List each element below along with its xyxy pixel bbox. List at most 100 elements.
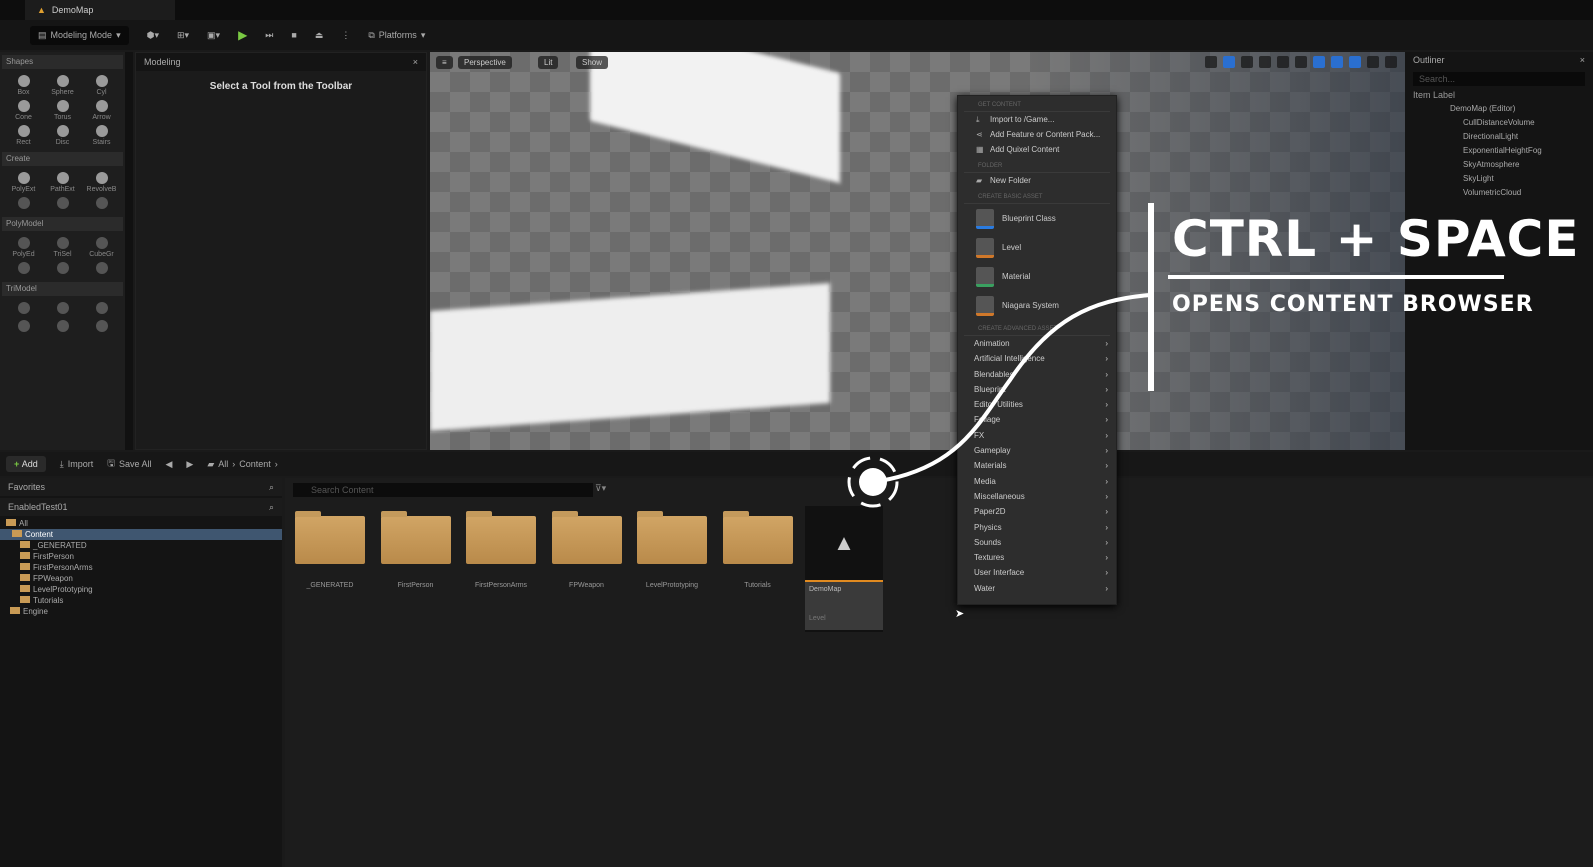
- palette-tool[interactable]: PolyEd: [6, 237, 41, 258]
- palette-tool[interactable]: [84, 302, 119, 316]
- show-button[interactable]: Show: [576, 56, 609, 69]
- menu-item-category[interactable]: Artificial Intelligence ›: [958, 351, 1116, 366]
- menu-item-basic-asset[interactable]: Niagara System: [958, 291, 1116, 320]
- palette-tool[interactable]: [45, 320, 80, 334]
- more-button[interactable]: ⋮: [341, 30, 350, 41]
- scale-snap-icon[interactable]: [1349, 56, 1361, 68]
- palette-tool[interactable]: [6, 262, 41, 276]
- menu-item-category[interactable]: Media ›: [958, 474, 1116, 489]
- palette-tool[interactable]: Rect: [6, 125, 41, 146]
- outliner-item[interactable]: SkyLight: [1405, 172, 1593, 186]
- close-icon[interactable]: ×: [1580, 55, 1585, 65]
- menu-item-category[interactable]: Water ›: [958, 581, 1116, 596]
- tree-node[interactable]: LevelPrototyping: [0, 584, 282, 595]
- palette-tool[interactable]: [45, 302, 80, 316]
- menu-item-category[interactable]: User Interface ›: [958, 565, 1116, 580]
- lit-button[interactable]: Lit: [538, 56, 559, 69]
- menu-item-category[interactable]: Foliage ›: [958, 412, 1116, 427]
- project-section[interactable]: EnabledTest01 ⌕: [0, 498, 282, 516]
- tree-node[interactable]: FirstPersonArms: [0, 562, 282, 573]
- menu-item-basic-asset[interactable]: Blueprint Class: [958, 204, 1116, 233]
- menu-item-category[interactable]: FX ›: [958, 428, 1116, 443]
- step-button[interactable]: ⏭: [265, 30, 273, 41]
- asset-folder[interactable]: Tutorials: [722, 511, 793, 589]
- palette-tool[interactable]: [84, 197, 119, 211]
- outliner-search-input[interactable]: Search...: [1413, 72, 1585, 86]
- palette-tool[interactable]: [6, 320, 41, 334]
- tree-node[interactable]: _GENERATED: [0, 540, 282, 551]
- world-icon[interactable]: [1277, 56, 1289, 68]
- outliner-root[interactable]: DemoMap (Editor): [1405, 102, 1593, 116]
- menu-item[interactable]: ▦ Add Quixel Content: [958, 142, 1116, 157]
- breadcrumb-all[interactable]: All: [218, 459, 228, 469]
- surface-snap-icon[interactable]: [1295, 56, 1307, 68]
- palette-tool[interactable]: [84, 262, 119, 276]
- add-button[interactable]: + Add: [6, 456, 46, 472]
- grid-snap-icon[interactable]: [1313, 56, 1325, 68]
- menu-item-category[interactable]: Miscellaneous ›: [958, 489, 1116, 504]
- palette-section-header[interactable]: Shapes: [2, 55, 123, 69]
- palette-tool[interactable]: [6, 302, 41, 316]
- cinematics-button[interactable]: ▣▾: [207, 30, 220, 41]
- favorites-section[interactable]: Favorites ⌕: [0, 478, 282, 496]
- modeling-tab[interactable]: Modeling ×: [136, 53, 426, 71]
- asset-folder[interactable]: FPWeapon: [551, 511, 622, 589]
- palette-tool[interactable]: PolyExt: [6, 172, 41, 193]
- menu-item-category[interactable]: Editor Utilities ›: [958, 397, 1116, 412]
- outliner-tab[interactable]: Outliner ×: [1405, 52, 1593, 68]
- back-button[interactable]: ◀: [165, 459, 172, 470]
- tab-demomap[interactable]: ▲ DemoMap: [25, 0, 175, 20]
- import-button[interactable]: ⤓ Import: [60, 459, 94, 470]
- search-icon[interactable]: ⌕: [269, 502, 274, 512]
- asset-folder[interactable]: _GENERATED: [295, 511, 365, 589]
- menu-item-category[interactable]: Blueprint ›: [958, 382, 1116, 397]
- filter-icon[interactable]: ⊽▾: [595, 483, 606, 494]
- add-actor-button[interactable]: ⬢▾: [147, 30, 159, 41]
- menu-item-category[interactable]: Materials ›: [958, 458, 1116, 473]
- palette-tool[interactable]: Cone: [6, 100, 41, 121]
- tree-node[interactable]: Tutorials: [0, 595, 282, 606]
- eject-button[interactable]: ⏏: [315, 30, 324, 41]
- asset-folder[interactable]: LevelPrototyping: [637, 511, 707, 589]
- palette-tool[interactable]: CubeGr: [84, 237, 119, 258]
- play-button[interactable]: ▶: [238, 28, 247, 42]
- close-icon[interactable]: ×: [413, 57, 418, 67]
- menu-item-category[interactable]: Gameplay ›: [958, 443, 1116, 458]
- outliner-item[interactable]: SkyAtmosphere: [1405, 158, 1593, 172]
- stop-button[interactable]: ■: [291, 30, 296, 40]
- camera-speed-icon[interactable]: [1367, 56, 1379, 68]
- menu-item-basic-asset[interactable]: Level: [958, 233, 1116, 262]
- palette-tool[interactable]: [45, 262, 80, 276]
- perspective-button[interactable]: Perspective: [458, 56, 512, 69]
- blueprint-button[interactable]: ⊞▾: [177, 30, 189, 41]
- menu-item-category[interactable]: Physics ›: [958, 520, 1116, 535]
- palette-section-header[interactable]: PolyModel: [2, 217, 123, 231]
- mode-select[interactable]: ▤ Modeling Mode ▾: [30, 25, 129, 45]
- outliner-item[interactable]: CullDistanceVolume: [1405, 116, 1593, 130]
- menu-item-basic-asset[interactable]: Material: [958, 262, 1116, 291]
- asset-folder[interactable]: FirstPerson: [380, 511, 451, 589]
- tree-node-all[interactable]: All: [0, 518, 282, 529]
- rotate-icon[interactable]: [1241, 56, 1253, 68]
- asset-folder[interactable]: FirstPersonArms: [466, 511, 536, 589]
- item-label-column[interactable]: Item Label: [1413, 90, 1585, 100]
- menu-item-category[interactable]: Animation ›: [958, 336, 1116, 351]
- palette-tool[interactable]: Disc: [45, 125, 80, 146]
- palette-tool[interactable]: Sphere: [45, 75, 80, 96]
- menu-item[interactable]: ⤓ Import to /Game...: [958, 112, 1116, 127]
- palette-section-header[interactable]: TriModel: [2, 282, 123, 296]
- palette-section-header[interactable]: Create: [2, 152, 123, 166]
- tree-node[interactable]: FirstPerson: [0, 551, 282, 562]
- breadcrumb-content[interactable]: Content: [239, 459, 271, 469]
- select-icon[interactable]: [1205, 56, 1217, 68]
- outliner-item[interactable]: VolumetricCloud: [1405, 186, 1593, 200]
- menu-item-category[interactable]: Sounds ›: [958, 535, 1116, 550]
- menu-item-category[interactable]: Textures ›: [958, 550, 1116, 565]
- content-search-input[interactable]: Search Content: [293, 483, 593, 497]
- palette-tool[interactable]: [84, 320, 119, 334]
- scale-icon[interactable]: [1259, 56, 1271, 68]
- save-all-button[interactable]: 🖫 Save All: [107, 456, 151, 472]
- platforms-button[interactable]: ⧉ Platforms ▾: [368, 30, 425, 41]
- palette-tool[interactable]: Arrow: [84, 100, 119, 121]
- viewport-menu-button[interactable]: ≡: [436, 56, 453, 69]
